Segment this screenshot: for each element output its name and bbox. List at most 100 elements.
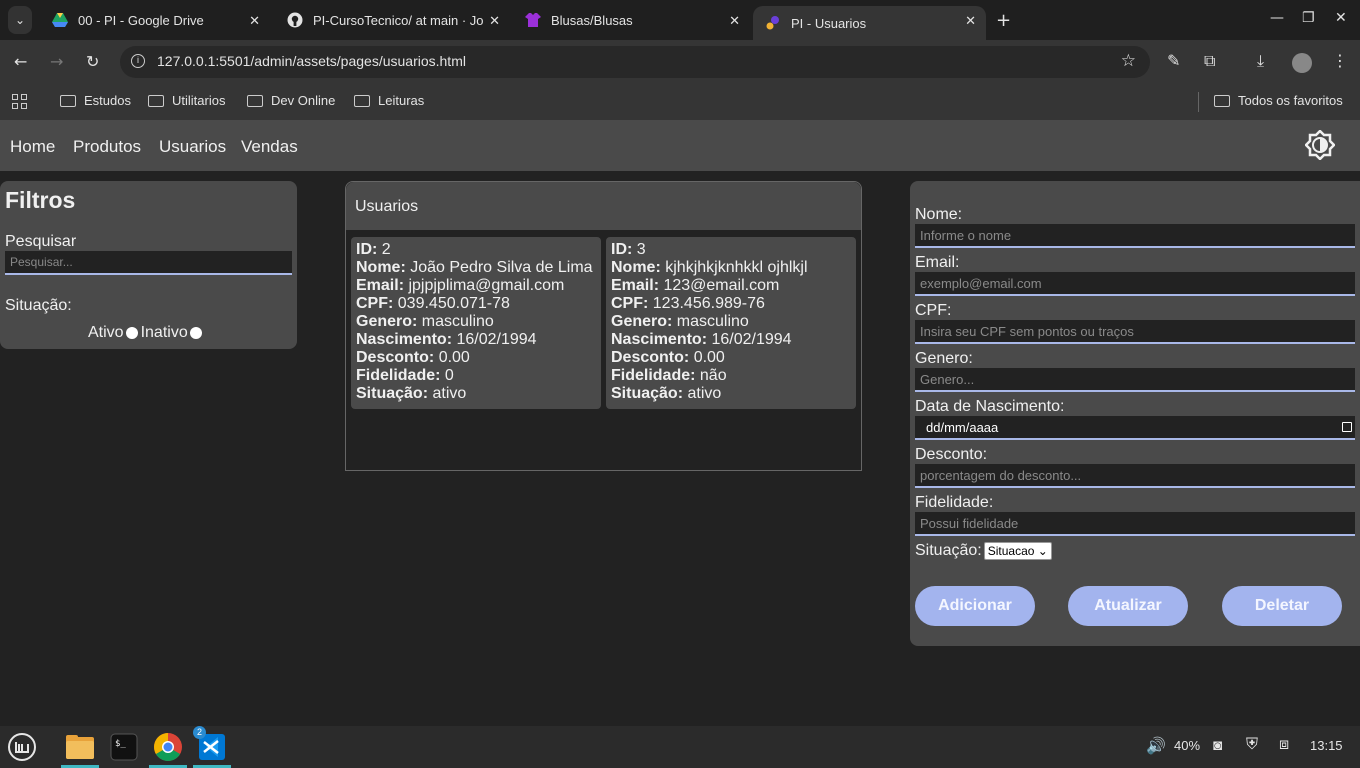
active-label: Ativo: [88, 324, 124, 341]
svg-text:$_: $_: [115, 739, 126, 749]
minimize-icon[interactable]: —: [1270, 10, 1284, 26]
user-card[interactable]: ID: 3 Nome: kjhkjhkjknhkkl ojhlkjl Email…: [606, 237, 856, 409]
google-drive-icon: [52, 12, 68, 28]
camera-icon[interactable]: ◙: [1213, 737, 1222, 754]
nav-vendas[interactable]: Vendas: [241, 137, 298, 157]
volume-level: 40%: [1174, 738, 1201, 753]
nav-home[interactable]: Home: [10, 137, 55, 157]
user-id-row: ID: 3: [611, 241, 646, 258]
folder-icon: [148, 94, 164, 107]
apps-grid-icon[interactable]: [12, 94, 28, 110]
menu-icon[interactable]: ⋮: [1332, 51, 1348, 70]
vscode-icon[interactable]: 2: [193, 726, 231, 768]
window-close-icon[interactable]: ✕: [1335, 10, 1347, 26]
shirt-icon: [525, 12, 541, 28]
download-icon[interactable]: ⤓: [1257, 51, 1264, 71]
close-icon[interactable]: ✕: [249, 13, 260, 29]
close-icon[interactable]: ✕: [729, 13, 740, 29]
cpf-field[interactable]: [915, 320, 1355, 344]
status-select[interactable]: Situacao ⌄: [983, 542, 1052, 560]
terminal-icon[interactable]: $_: [107, 730, 141, 764]
close-icon[interactable]: ✕: [965, 13, 976, 29]
user-id-row: ID: 2: [356, 241, 391, 258]
inactive-radio[interactable]: [189, 327, 202, 339]
files-icon[interactable]: [61, 730, 99, 768]
avatar[interactable]: [1292, 53, 1312, 73]
tab-title: PI - Usuarios: [791, 15, 867, 31]
site-info-icon[interactable]: i: [131, 54, 145, 68]
loyalty-field[interactable]: [915, 512, 1355, 536]
bookmark-estudos[interactable]: Estudos: [60, 93, 131, 108]
divider: [1198, 92, 1199, 112]
url-text: 127.0.0.1:5501/admin/assets/pages/usuari…: [157, 53, 466, 69]
bookmark-leituras[interactable]: Leituras: [354, 93, 424, 108]
inactive-label: Inativo: [140, 324, 188, 341]
folder-icon: [60, 94, 76, 107]
add-button[interactable]: Adicionar: [915, 586, 1035, 626]
close-icon[interactable]: ✕: [489, 13, 500, 29]
birth-date-field[interactable]: dd/mm/aaaa: [915, 416, 1355, 440]
active-radio[interactable]: [125, 327, 138, 339]
tab-search-button[interactable]: ⌄: [8, 6, 32, 34]
search-input[interactable]: [5, 251, 292, 275]
search-label: Pesquisar: [5, 233, 77, 250]
discount-label: Desconto:: [915, 446, 988, 463]
folder-icon: [1214, 94, 1230, 107]
all-bookmarks[interactable]: Todos os favoritos: [1214, 93, 1343, 108]
delete-button[interactable]: Deletar: [1222, 586, 1342, 626]
calendar-icon[interactable]: [1342, 422, 1352, 432]
chrome-icon[interactable]: [149, 730, 187, 768]
forward-icon[interactable]: →: [50, 52, 63, 71]
nav-usuarios[interactable]: Usuarios: [159, 137, 226, 157]
folder-icon: [354, 94, 370, 107]
birth-label: Data de Nascimento:: [915, 398, 1065, 415]
bookmark-label: Utilitarios: [172, 93, 226, 108]
theme-toggle-icon[interactable]: [1305, 130, 1335, 160]
update-button[interactable]: Atualizar: [1068, 586, 1188, 626]
github-icon: [287, 12, 303, 28]
user-email-row: Email: jpjpjplima@gmail.com: [356, 277, 565, 294]
mint-menu-icon[interactable]: [5, 730, 39, 764]
notification-badge: 2: [193, 726, 206, 739]
user-email-row: Email: 123@email.com: [611, 277, 780, 294]
folder-icon: [247, 94, 263, 107]
bookmark-label: Leituras: [378, 93, 425, 108]
reload-icon[interactable]: ↻: [86, 52, 99, 71]
tab-github[interactable]: PI-CursoTecnico/ at main · Jo ✕: [275, 6, 510, 34]
user-cpf-row: CPF: 039.450.071-78: [356, 295, 510, 312]
users-panel: Usuarios ID: 2 Nome: João Pedro Silva de…: [345, 181, 862, 471]
top-navbar: Home Produtos Usuarios Vendas: [0, 120, 1360, 171]
email-label: Email:: [915, 254, 960, 271]
user-cpf-row: CPF: 123.456.989-76: [611, 295, 765, 312]
bookmark-dev-online[interactable]: Dev Online: [247, 93, 335, 108]
nav-produtos[interactable]: Produtos: [73, 137, 141, 157]
clock[interactable]: 13:15: [1310, 738, 1343, 753]
tab-pi-usuarios[interactable]: PI - Usuarios ✕: [753, 6, 986, 40]
browser-tab-strip: ⌄ 00 - PI - Google Drive ✕ PI-CursoTecni…: [0, 0, 1360, 40]
bookmark-utilitarios[interactable]: Utilitarios: [148, 93, 225, 108]
extensions-icon[interactable]: ⧉: [1204, 51, 1215, 71]
gender-field[interactable]: [915, 368, 1355, 392]
network-icon[interactable]: ⧈: [1279, 736, 1289, 754]
app-favicon: [765, 15, 781, 31]
maximize-icon[interactable]: ❐: [1302, 10, 1315, 26]
address-bar[interactable]: i 127.0.0.1:5501/admin/assets/pages/usua…: [120, 46, 1150, 78]
gender-label: Genero:: [915, 350, 973, 367]
new-tab-icon[interactable]: +: [996, 10, 1011, 31]
email-field[interactable]: [915, 272, 1355, 296]
back-icon[interactable]: ←: [14, 52, 27, 71]
bookmark-star-icon[interactable]: ☆: [1121, 51, 1136, 71]
user-status-row: Situação: ativo: [611, 385, 722, 402]
user-form: Nome: Email: CPF: Genero: Data de Nascim…: [910, 181, 1360, 646]
discount-field[interactable]: [915, 464, 1355, 488]
tab-blusas[interactable]: Blusas/Blusas ✕: [513, 6, 750, 34]
volume-icon[interactable]: 🔊: [1146, 736, 1166, 756]
pen-icon[interactable]: ✎: [1167, 51, 1180, 70]
user-card[interactable]: ID: 2 Nome: João Pedro Silva de Lima Ema…: [351, 237, 601, 409]
user-loyalty-row: Fidelidade: não: [611, 367, 727, 384]
bookmarks-bar: Estudos Utilitarios Dev Online Leituras …: [0, 84, 1360, 120]
name-field[interactable]: [915, 224, 1355, 248]
shield-icon[interactable]: ⛨: [1246, 736, 1258, 754]
user-discount-row: Desconto: 0.00: [356, 349, 470, 366]
tab-google-drive[interactable]: 00 - PI - Google Drive ✕: [40, 6, 270, 34]
